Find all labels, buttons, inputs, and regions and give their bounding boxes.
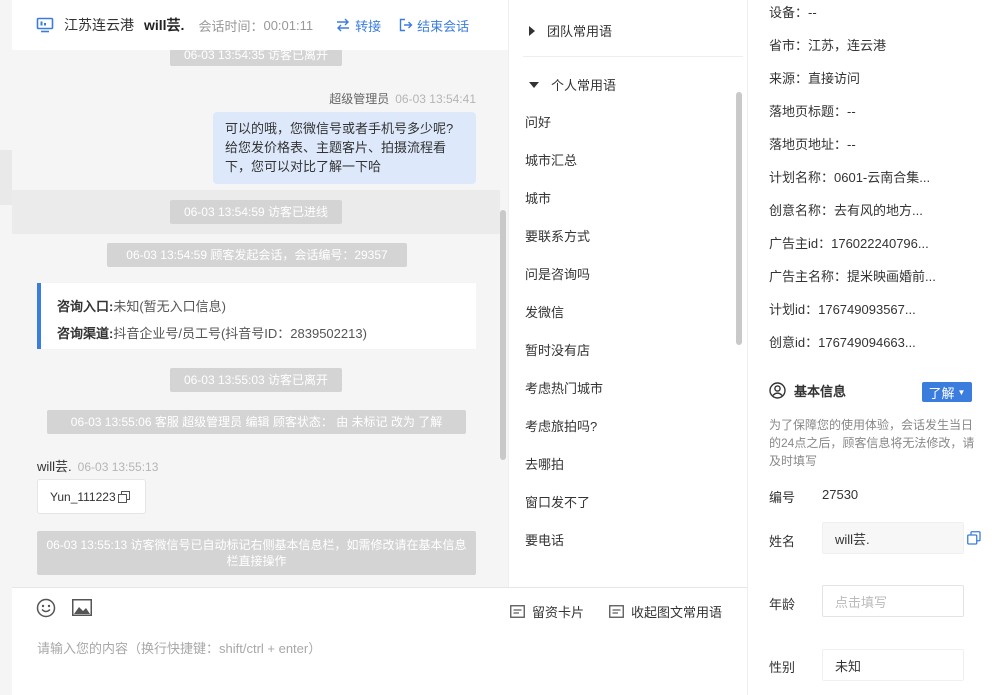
divider (523, 56, 743, 57)
personal-phrases-group[interactable]: 个人常用语 (529, 75, 616, 94)
info-device: 设备：-- (769, 5, 817, 20)
customer-message-bubble[interactable]: Yun_111223 (37, 479, 146, 514)
edit-notice: 为了保障您的使用体验，会话发生当日的24点之后，顾客信息将无法修改，请及时填写 (769, 418, 975, 468)
duration-value: 00:01:11 (263, 17, 314, 33)
collapse-phrases-button[interactable]: 收起图文常用语 (609, 602, 722, 621)
customer-status-dropdown[interactable]: 了解 ▼ (922, 382, 972, 402)
consult-info-card: 咨询入口:未知(暂无入口信息) 咨询渠道:抖音企业号/员工号(抖音号ID：283… (37, 283, 476, 349)
lead-card-button[interactable]: 留资卡片 (510, 602, 584, 621)
end-session-label: 结束会话 (417, 18, 470, 34)
customer-info-panel: 设备：-- 省市：江苏，连云港 来源：直接访问 落地页标题：-- 落地页地址：-… (747, 0, 992, 695)
phrases-scrollbar[interactable] (736, 92, 742, 345)
copy-icon[interactable] (967, 531, 981, 545)
info-plan-name: 计划名称：0601-云南合集... (769, 170, 931, 185)
left-edge-strip (0, 150, 12, 205)
phrase-item[interactable]: 窗口发不了 (525, 492, 590, 511)
common-phrases-panel: 团队常用语 个人常用语 问好 城市汇总 城市 要联系方式 问是咨询吗 发微信 暂… (508, 0, 747, 587)
transfer-icon (337, 18, 350, 32)
consult-channel-label: 咨询渠道: (57, 326, 114, 341)
info-advertiser-name: 广告主名称：提米映画婚前... (769, 269, 936, 284)
agent-message-time: 06-03 13:54:41 (395, 92, 476, 106)
caret-down-icon (529, 81, 539, 88)
image-icon[interactable] (72, 599, 92, 616)
caret-right-icon (529, 25, 535, 36)
agent-message-bubble: 可以的哦，您微信号或者手机号多少呢?给您发价格表、主题客片、拍摄流程看下，您可以… (213, 112, 476, 184)
info-advertiser-id: 广告主id：176022240796... (769, 236, 929, 251)
info-creative-name: 创意名称：去有风的地方... (769, 203, 923, 218)
system-message: 06-03 13:55:13 访客微信号已自动标记右侧基本信息栏，如需修改请在基… (37, 531, 476, 576)
phrases-icon (609, 605, 624, 618)
gender-label: 性别 (769, 660, 796, 675)
basic-info-title: 基本信息 (794, 384, 847, 399)
monitor-icon (36, 17, 54, 33)
system-message: 06-03 13:54:59 访客已进线 (170, 200, 342, 225)
consult-channel-value: 抖音企业号/员工号(抖音号ID：2839502213) (113, 326, 367, 341)
visitor-name: will芸. (144, 17, 185, 33)
chat-panel: 江苏连云港 will芸. 会话时间： 00:01:11 转接 结束会话 06-0… (12, 0, 508, 587)
phrase-item[interactable]: 问好 (525, 112, 551, 131)
duration-label: 会话时间： (198, 18, 264, 34)
caret-down-icon: ▼ (957, 387, 966, 397)
phrase-item[interactable]: 要电话 (525, 530, 564, 549)
phrase-item[interactable]: 城市汇总 (525, 150, 577, 169)
user-circle-icon (769, 382, 786, 399)
phrase-item[interactable]: 去哪拍 (525, 454, 564, 473)
copy-icon[interactable] (117, 490, 130, 503)
message-composer: 留资卡片 收起图文常用语 请输入您的内容（换行快捷键：shift/ctrl + … (12, 587, 747, 695)
phrase-item[interactable]: 考虑旅拍吗? (525, 416, 597, 435)
chat-header: 江苏连云港 will芸. 会话时间： 00:01:11 转接 结束会话 (12, 0, 508, 50)
phrase-item[interactable]: 暂时没有店 (525, 340, 590, 359)
phrase-item[interactable]: 考虑热门城市 (525, 378, 603, 397)
transfer-label: 转接 (355, 18, 382, 34)
name-label: 姓名 (769, 534, 796, 549)
team-phrases-label: 团队常用语 (547, 24, 613, 39)
age-field[interactable]: 点击填写 (822, 585, 964, 617)
system-message: 06-03 13:54:59 顾客发起会话，会话编号：29357 (107, 243, 407, 268)
age-label: 年龄 (769, 597, 796, 612)
chat-scrollbar[interactable] (500, 210, 506, 460)
customer-status-label: 了解 (928, 385, 955, 401)
end-session-icon (399, 18, 413, 32)
message-list: 06-03 13:54:35 访客已离开 超级管理员 06-03 13:54:41… (12, 44, 508, 587)
consult-entry-value: 未知(暂无入口信息) (113, 299, 227, 314)
customer-message-time: 06-03 13:55:13 (77, 460, 159, 474)
team-phrases-group[interactable]: 团队常用语 (529, 21, 612, 40)
message-input[interactable]: 请输入您的内容（换行快捷键：shift/ctrl + enter） (37, 638, 321, 657)
customer-name: will芸. (37, 459, 72, 474)
id-label: 编号 (769, 490, 796, 505)
agent-name: 超级管理员 (329, 92, 390, 106)
consult-entry-row: 咨询入口:未知(暂无入口信息) (57, 293, 476, 320)
visitor-region: 江苏连云港 (64, 17, 134, 33)
info-landing-url: 落地页地址：-- (769, 137, 856, 152)
phrase-item[interactable]: 发微信 (525, 302, 564, 321)
consult-entry-label: 咨询入口: (57, 299, 114, 314)
phrase-item[interactable]: 要联系方式 (525, 226, 590, 245)
basic-info-heading: 基本信息 (769, 381, 846, 400)
customer-message-meta: will芸. 06-03 13:55:13 (37, 456, 158, 475)
system-message: 06-03 13:55:03 访客已离开 (170, 368, 342, 393)
transfer-button[interactable]: 转接 (335, 16, 381, 35)
info-plan-id: 计划id：176749093567... (769, 302, 916, 317)
emoji-icon[interactable] (36, 598, 56, 618)
system-message: 06-03 13:55:06 客服 超级管理员 编辑 顾客状态： 由 未标记 改… (47, 410, 466, 435)
card-icon (510, 605, 525, 618)
info-creative-id: 创意id：176749094663... (769, 335, 916, 350)
consult-channel-row: 咨询渠道:抖音企业号/员工号(抖音号ID：2839502213) (57, 320, 476, 347)
info-source: 来源：直接访问 (769, 71, 861, 86)
info-landing-title: 落地页标题：-- (769, 104, 856, 119)
id-value: 27530 (822, 487, 859, 502)
personal-phrases-label: 个人常用语 (551, 78, 617, 93)
info-province-city: 省市：江苏，连云港 (769, 38, 887, 53)
phrase-item[interactable]: 问是咨询吗 (525, 264, 590, 283)
end-session-button[interactable]: 结束会话 (399, 16, 469, 35)
app-root: 江苏连云港 will芸. 会话时间： 00:01:11 转接 结束会话 06-0… (0, 0, 992, 695)
agent-message-meta: 超级管理员 06-03 13:54:41 (329, 90, 476, 107)
lead-card-label: 留资卡片 (532, 605, 585, 620)
gender-field[interactable]: 未知 (822, 649, 964, 681)
name-field[interactable]: will芸. (822, 522, 964, 554)
collapse-phrases-label: 收起图文常用语 (631, 605, 723, 620)
phrase-item[interactable]: 城市 (525, 188, 551, 207)
customer-message-text: Yun_111223 (50, 489, 116, 504)
